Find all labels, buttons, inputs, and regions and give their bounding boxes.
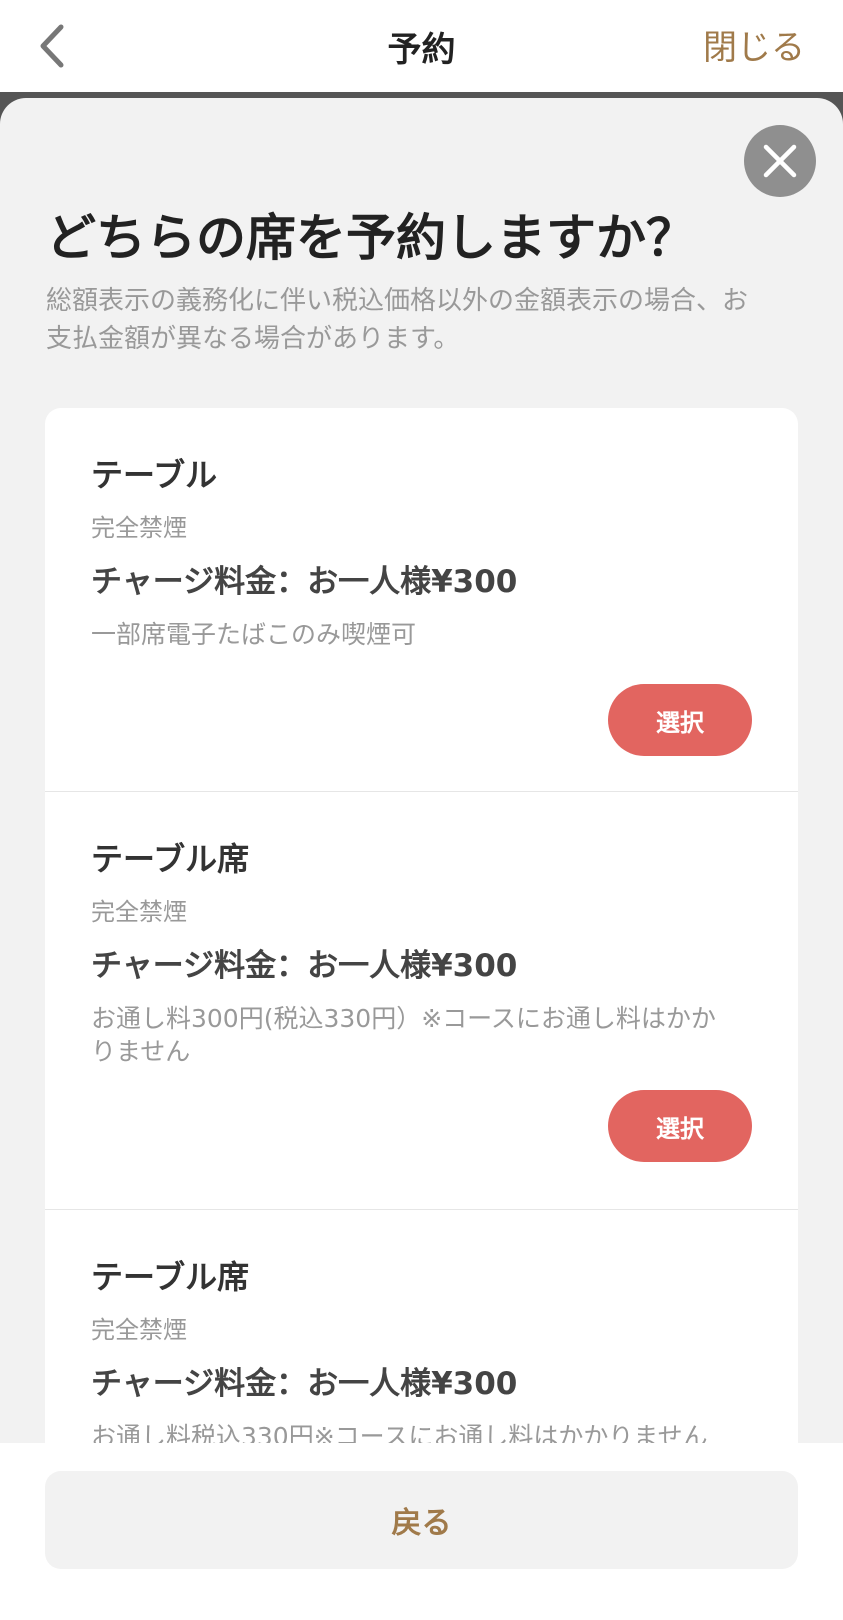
footer-bar: 戻る (0, 1443, 843, 1620)
seat-card: テーブル席 完全禁煙 チャージ料金：お一人様¥300 お通し料税込330円※コー… (45, 1210, 798, 1443)
seat-card: テーブル席 完全禁煙 チャージ料金：お一人様¥300 お通し料300円(税込33… (45, 792, 798, 1210)
seat-note: お通し料税込330円※コースにお通し料はかかりません (91, 1422, 708, 1443)
sheet-heading: どちらの席を予約しますか？ (46, 209, 696, 267)
chevron-left-icon (40, 24, 64, 68)
charge-fee: チャージ料金：お一人様¥300 (91, 948, 518, 984)
charge-fee: チャージ料金：お一人様¥300 (91, 1366, 518, 1402)
smoking-policy: 完全禁煙 (91, 514, 187, 542)
close-icon (763, 144, 797, 178)
charge-fee: チャージ料金：お一人様¥300 (91, 564, 518, 600)
seat-selection-sheet: どちらの席を予約しますか？ 総額表示の義務化に伴い税込価格以外の金額表示の場合、… (0, 98, 843, 1443)
page-title: 予約 (387, 29, 456, 70)
seat-list: テーブル 完全禁煙 チャージ料金：お一人様¥300 一部席電子たばこのみ喫煙可 … (45, 408, 798, 1443)
close-link[interactable]: 閉じる (703, 20, 805, 69)
seat-card: テーブル 完全禁煙 チャージ料金：お一人様¥300 一部席電子たばこのみ喫煙可 … (45, 408, 798, 792)
seat-note: お通し料300円(税込330円）※コースにお通し料はかかりません (91, 1004, 716, 1066)
back-button-bottom[interactable]: 戻る (45, 1471, 798, 1569)
smoking-policy: 完全禁煙 (91, 1316, 187, 1344)
seat-note: 一部席電子たばこのみ喫煙可 (91, 620, 417, 649)
select-button[interactable]: 選択 (608, 1090, 752, 1162)
seat-name: テーブル (91, 456, 218, 494)
seat-name: テーブル席 (91, 1258, 250, 1296)
sheet-close-button[interactable] (744, 125, 816, 197)
select-button[interactable]: 選択 (608, 684, 752, 756)
smoking-policy: 完全禁煙 (91, 898, 187, 926)
seat-name: テーブル席 (91, 840, 250, 878)
back-button[interactable] (30, 18, 74, 74)
price-notice: 総額表示の義務化に伴い税込価格以外の金額表示の場合、お支払金額が異なる場合があり… (46, 286, 749, 354)
top-navigation-bar: 予約 閉じる (0, 0, 843, 92)
